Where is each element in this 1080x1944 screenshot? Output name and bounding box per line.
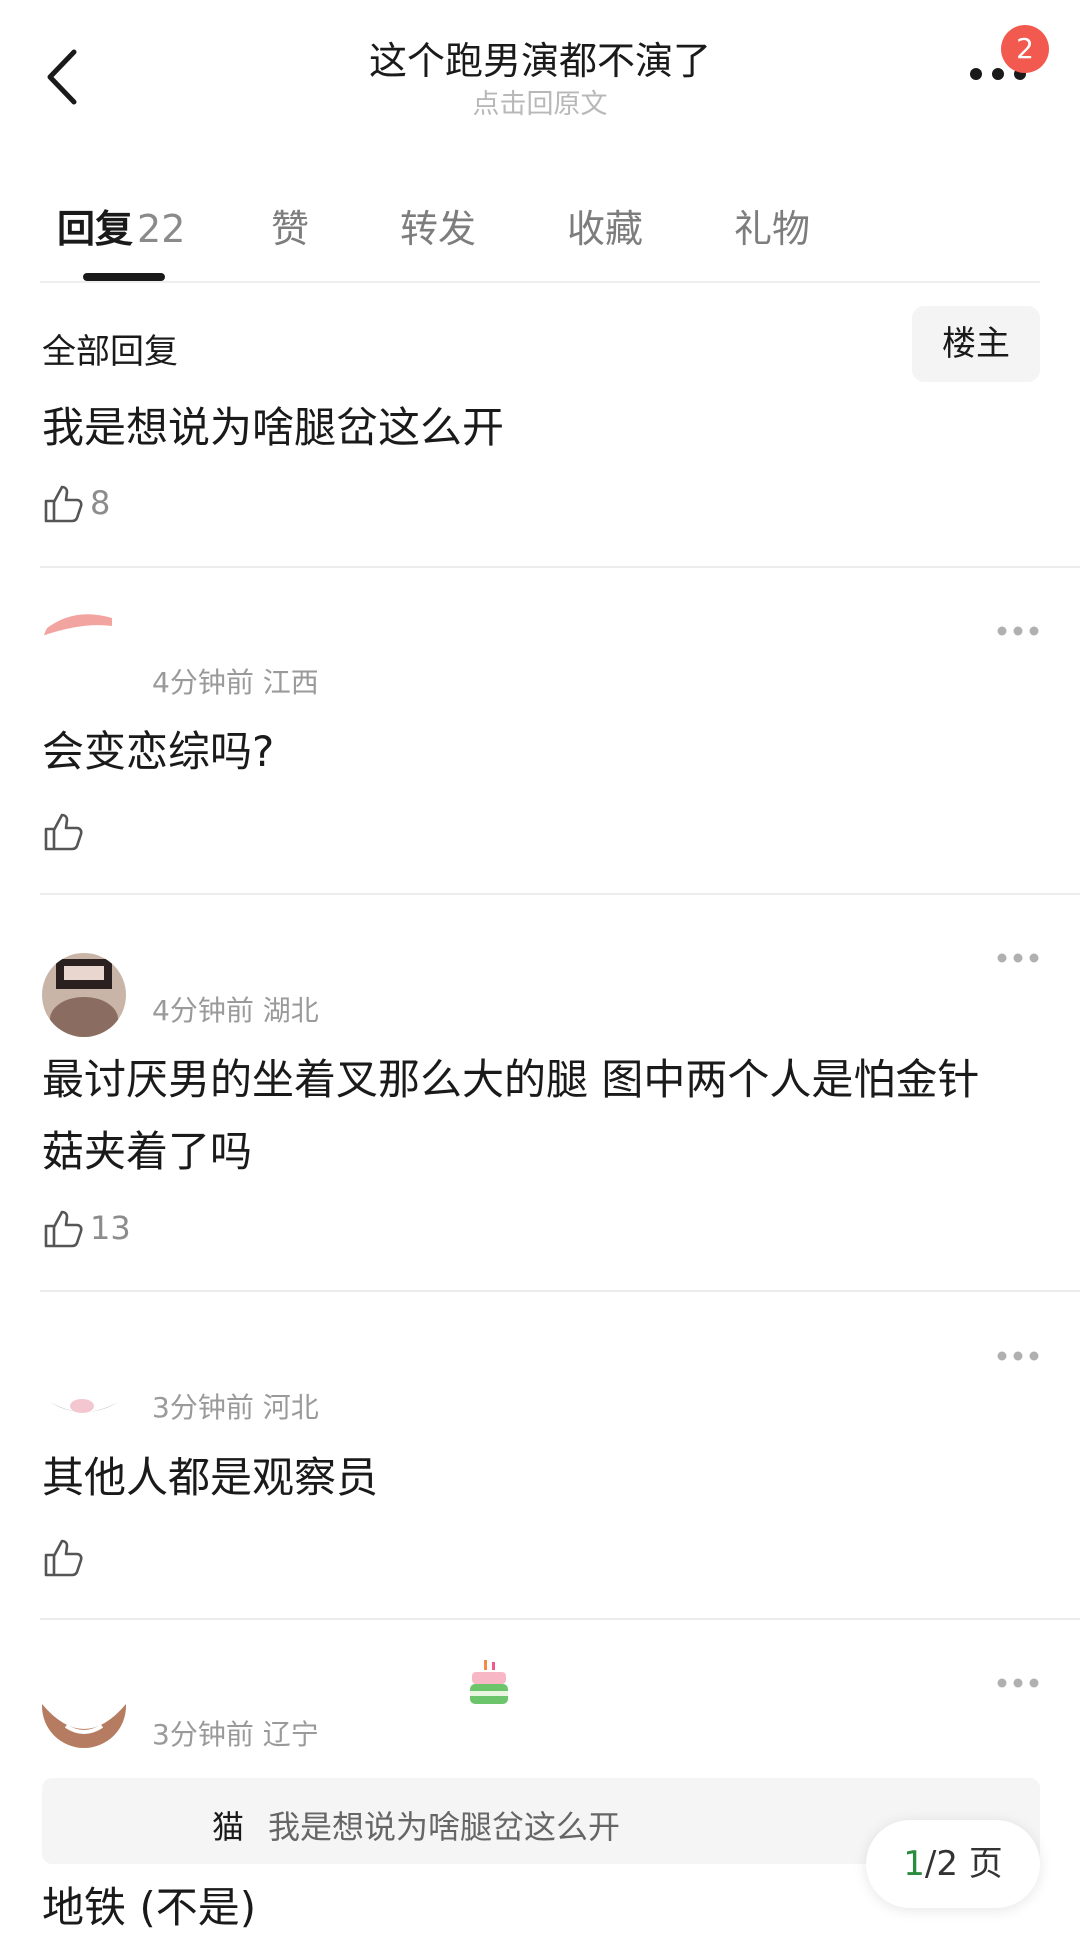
owner-only-button[interactable]: 楼主 (912, 306, 1040, 382)
all-replies-label: 全部回复 (42, 332, 178, 372)
comment-meta: 4分钟前 湖北 (152, 994, 319, 1027)
page-title: 这个跑男演都不演了 (368, 39, 711, 83)
more-options-icon[interactable] (996, 1677, 1040, 1689)
quoted-user-name: 猫 (212, 1808, 245, 1846)
comment-meta: 4分钟前 江西 (152, 666, 319, 699)
tab-reposts[interactable]: 转发 (400, 198, 476, 253)
divider (40, 1618, 1080, 1620)
thumbs-up-icon (44, 813, 83, 851)
more-options-icon[interactable] (996, 625, 1040, 637)
comment-text-line: 最讨厌男的坐着叉那么大的腿 图中两个人是怕金针 (42, 1055, 980, 1104)
comment-text: 会变恋综吗? (42, 727, 275, 776)
page-indicator[interactable]: 1/2 页 (866, 1820, 1040, 1908)
page-total: /2 页 (924, 1844, 1003, 1884)
avatar[interactable] (42, 606, 126, 690)
divider (40, 1290, 1080, 1292)
like-count: 13 (90, 1209, 131, 1247)
avatar[interactable] (42, 1336, 126, 1420)
tab-favorites[interactable]: 收藏 (567, 198, 643, 253)
tab-replies[interactable]: 回复 22 (57, 198, 185, 253)
divider (40, 566, 1080, 568)
current-page: 1 (903, 1844, 925, 1884)
comment-text: 其他人都是观察员 (42, 1453, 379, 1502)
thumbs-up-icon (44, 485, 83, 523)
avatar-image (42, 953, 126, 1037)
cake-icon (470, 1660, 508, 1704)
active-tab-indicator (83, 273, 165, 281)
tab-replies-label: 回复 (57, 207, 134, 251)
thumbs-up-icon (44, 1539, 83, 1577)
avatar-image (42, 606, 126, 690)
tab-replies-count: 22 (137, 207, 186, 251)
quoted-text: 我是想说为啥腿岔这么开 (268, 1808, 621, 1846)
avatar[interactable] (42, 953, 126, 1037)
tab-likes[interactable]: 赞 (271, 198, 309, 253)
avatar[interactable] (42, 1664, 126, 1748)
notification-badge: 2 (1001, 25, 1049, 73)
thumbs-up-icon (44, 1210, 83, 1248)
avatar-image (42, 1664, 126, 1748)
comment-meta: 3分钟前 辽宁 (152, 1718, 319, 1751)
like-count: 8 (90, 484, 111, 522)
more-options-icon[interactable] (996, 1350, 1040, 1362)
more-options-icon[interactable] (996, 952, 1040, 964)
like-button[interactable]: 13 (42, 1205, 131, 1251)
comment-text: 我是想说为啥腿岔这么开 (42, 403, 505, 452)
like-button[interactable] (42, 808, 90, 854)
avatar-image (42, 1336, 126, 1420)
back-to-original-link[interactable]: 点击回原文 (0, 82, 1080, 121)
comment-text-line: 菇夹着了吗 (42, 1127, 253, 1176)
tab-gifts[interactable]: 礼物 (734, 198, 810, 253)
divider (40, 281, 1040, 283)
like-button[interactable] (42, 1534, 90, 1580)
like-button[interactable]: 8 (42, 480, 110, 526)
divider (40, 893, 1080, 895)
comment-meta: 3分钟前 河北 (152, 1391, 319, 1424)
